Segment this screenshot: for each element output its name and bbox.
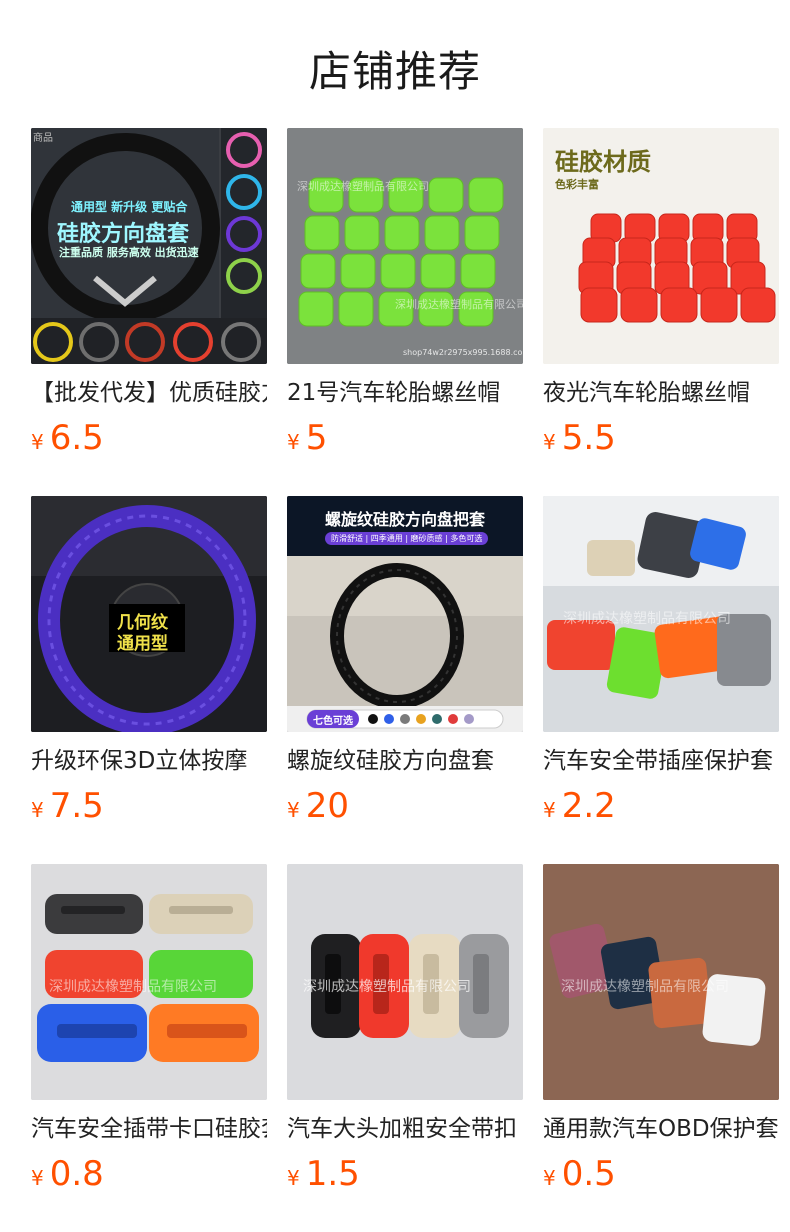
product-image[interactable]: 螺旋纹硅胶方向盘把套 防滑舒适 | 四季通用 | 磨砂质感 | 多色可选 七色可… [287,496,523,732]
product-image[interactable]: 深圳成达橡塑制品有限公司 深圳成达橡塑制品有限公司 shop74w2r2975x… [287,128,523,364]
currency-symbol: ¥ [543,430,556,454]
product-image[interactable]: 硅胶材质 色彩丰富 [543,128,779,364]
product-price: ¥0.8 [31,1154,267,1194]
product-image[interactable]: 深圳成达橡塑制品有限公司 [31,864,267,1100]
image-watermark: 深圳成达橡塑制品有限公司 [49,979,217,995]
product-card[interactable]: 深圳成达橡塑制品有限公司 汽车大头加粗安全带扣 ¥1.5 [287,864,523,1232]
image-badge-line2: 通用型 [117,634,168,654]
price-value: 1.5 [305,1154,360,1194]
currency-symbol: ¥ [543,798,556,822]
price-value: 20 [305,786,349,826]
product-card[interactable]: 深圳成达橡塑制品有限公司 汽车安全插带卡口硅胶套 ¥0.8 [31,864,267,1232]
product-card[interactable]: 几何纹 通用型 升级环保3D立体按摩 ¥7.5 [31,496,267,864]
product-image[interactable]: 深圳成达橡塑制品有限公司 [543,496,779,732]
image-watermark: 深圳成达橡塑制品有限公司 [563,611,731,627]
price-value: 2.2 [561,786,616,826]
currency-symbol: ¥ [31,798,44,822]
product-name[interactable]: 21号汽车轮胎螺丝帽 [287,378,523,408]
product-card[interactable]: 深圳成达橡塑制品有限公司 汽车安全带插座保护套 ¥2.2 [543,496,779,864]
currency-symbol: ¥ [287,1166,300,1190]
product-card[interactable]: 深圳成达橡塑制品有限公司 深圳成达橡塑制品有限公司 shop74w2r2975x… [287,128,523,496]
price-value: 0.8 [49,1154,104,1194]
price-value: 5 [305,418,328,458]
image-headline: 硅胶材质 [555,148,651,176]
product-image[interactable]: 通用型 新升级 更贴合 硅胶方向盘套 注重品质 服务高效 出货迅速 商品 [31,128,267,364]
product-price: ¥1.5 [287,1154,523,1194]
currency-symbol: ¥ [31,1166,44,1190]
image-watermark: 深圳成达橡塑制品有限公司 [303,979,471,995]
image-headline: 螺旋纹硅胶方向盘把套 [324,510,485,529]
product-price: ¥20 [287,786,523,826]
image-subline: 注重品质 服务高效 出货迅速 [59,246,199,259]
image-color-tag: 七色可选 [313,716,353,727]
product-card[interactable]: 通用型 新升级 更贴合 硅胶方向盘套 注重品质 服务高效 出货迅速 商品 【批发… [31,128,267,496]
product-price: ¥5 [287,418,523,458]
currency-symbol: ¥ [287,430,300,454]
product-name[interactable]: 螺旋纹硅胶方向盘套 [287,746,523,776]
product-name[interactable]: 通用款汽车OBD保护套 [543,1114,779,1144]
product-price: ¥5.5 [543,418,779,458]
image-watermark: 深圳成达橡塑制品有限公司 [297,180,429,193]
price-value: 7.5 [49,786,104,826]
product-name[interactable]: 【批发代发】优质硅胶方向盘套 [31,378,267,408]
product-image[interactable]: 深圳成达橡塑制品有限公司 [543,864,779,1100]
product-price: ¥6.5 [31,418,267,458]
currency-symbol: ¥ [31,430,44,454]
product-image[interactable]: 深圳成达橡塑制品有限公司 [287,864,523,1100]
product-card[interactable]: 螺旋纹硅胶方向盘把套 防滑舒适 | 四季通用 | 磨砂质感 | 多色可选 七色可… [287,496,523,864]
image-watermark: 深圳成达橡塑制品有限公司 [561,979,729,995]
product-card[interactable]: 深圳成达橡塑制品有限公司 通用款汽车OBD保护套 ¥0.5 [543,864,779,1232]
price-value: 0.5 [561,1154,616,1194]
page-title: 店铺推荐 [308,47,481,96]
product-card[interactable]: 硅胶材质 色彩丰富 夜光汽车轮胎螺丝帽 ¥5.5 [543,128,779,496]
product-image[interactable]: 几何纹 通用型 [31,496,267,732]
price-value: 6.5 [49,418,104,458]
currency-symbol: ¥ [543,1166,556,1190]
product-price: ¥2.2 [543,786,779,826]
image-url: shop74w2r2975x995.1688.com [403,348,523,357]
product-grid: 通用型 新升级 更贴合 硅胶方向盘套 注重品质 服务高效 出货迅速 商品 【批发… [31,128,779,1232]
image-subline: 色彩丰富 [555,178,599,191]
product-name[interactable]: 汽车安全插带卡口硅胶套 [31,1114,267,1144]
image-watermark: 深圳成达橡塑制品有限公司 [395,298,523,311]
image-corner-label: 商品 [33,133,53,144]
product-name[interactable]: 汽车安全带插座保护套 [543,746,779,776]
image-pill: 防滑舒适 | 四季通用 | 磨砂质感 | 多色可选 [325,532,489,545]
product-price: ¥0.5 [543,1154,779,1194]
currency-symbol: ¥ [287,798,300,822]
product-name[interactable]: 升级环保3D立体按摩 [31,746,267,776]
product-price: ¥7.5 [31,786,267,826]
price-value: 5.5 [561,418,616,458]
image-tagline: 通用型 新升级 更贴合 [71,200,188,214]
product-name[interactable]: 汽车大头加粗安全带扣 [287,1114,523,1144]
product-name[interactable]: 夜光汽车轮胎螺丝帽 [543,378,779,408]
